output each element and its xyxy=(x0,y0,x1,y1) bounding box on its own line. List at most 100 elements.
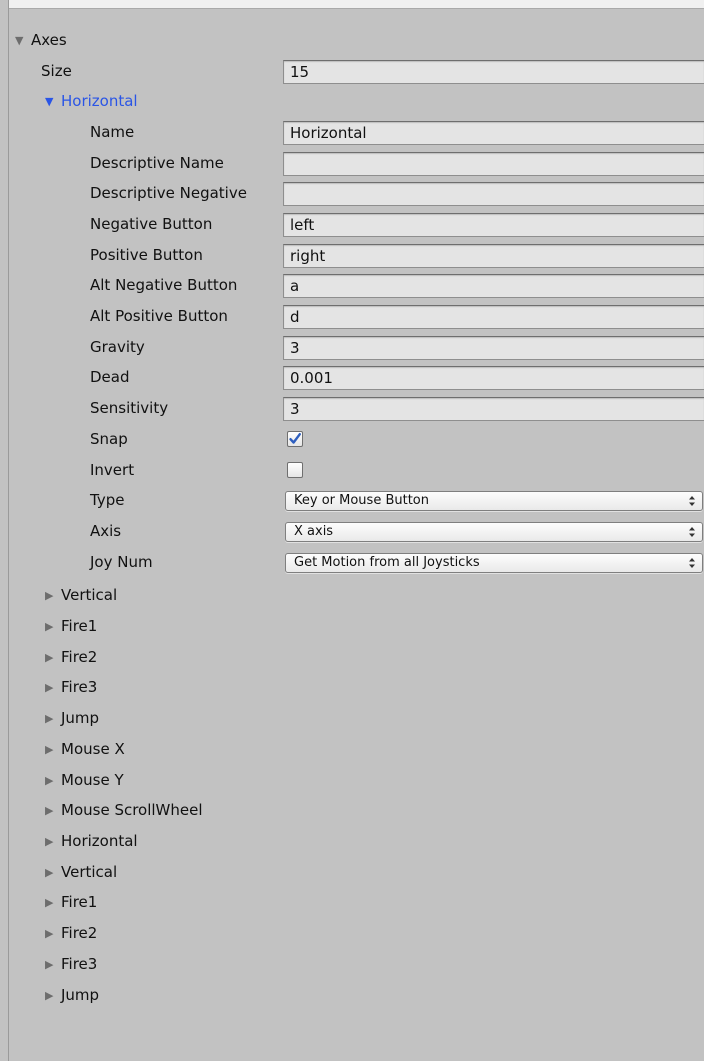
axis-foldout-row: ▶ Fire1 xyxy=(9,887,704,918)
type-label: Type xyxy=(90,491,125,509)
size-label: Size xyxy=(41,62,72,80)
axis-foldout[interactable]: ▶ Mouse ScrollWheel xyxy=(45,795,203,826)
triangle-right-icon: ▶ xyxy=(45,835,54,848)
triangle-right-icon: ▶ xyxy=(45,804,54,817)
axis-foldout-row: ▶ Fire3 xyxy=(9,949,704,980)
axes-foldout[interactable]: ▼ Axes xyxy=(15,25,67,56)
sensitivity-label: Sensitivity xyxy=(90,399,169,417)
axis-foldout-label: Mouse ScrollWheel xyxy=(61,801,203,819)
descriptive-negative-label: Descriptive Negative xyxy=(90,184,247,202)
snap-row: Snap xyxy=(9,424,704,455)
axis-dropdown-value: X axis xyxy=(294,524,334,539)
size-row: Size 15 xyxy=(9,56,704,87)
positive-button-row: Positive Button right xyxy=(9,240,704,271)
name-row: Name Horizontal xyxy=(9,117,704,148)
invert-label: Invert xyxy=(90,461,135,479)
joy-num-row: Joy Num Get Motion from all Joysticks xyxy=(9,547,704,578)
alt-negative-button-label: Alt Negative Button xyxy=(90,276,238,294)
triangle-right-icon: ▶ xyxy=(45,712,54,725)
up-down-arrows-icon xyxy=(689,527,695,537)
axis-foldout-label: Horizontal xyxy=(61,832,138,850)
alt-positive-button-row: Alt Positive Button d xyxy=(9,301,704,332)
axis-foldout[interactable]: ▶ Jump xyxy=(45,980,99,1011)
descriptive-negative-field[interactable] xyxy=(283,182,704,206)
triangle-right-icon: ▶ xyxy=(45,743,54,756)
axis-foldout-row: ▶ Mouse Y xyxy=(9,765,704,796)
axis-foldout-label: Fire2 xyxy=(61,924,98,942)
axis-foldout-label: Fire1 xyxy=(61,893,98,911)
up-down-arrows-icon xyxy=(689,496,695,506)
alt-negative-button-row: Alt Negative Button a xyxy=(9,270,704,301)
axis-foldout[interactable]: ▶ Fire1 xyxy=(45,887,97,918)
triangle-right-icon: ▶ xyxy=(45,774,54,787)
axis-dropdown[interactable]: X axis xyxy=(285,522,703,542)
axis-foldout-label: Vertical xyxy=(61,863,118,881)
negative-button-label: Negative Button xyxy=(90,215,213,233)
positive-button-label: Positive Button xyxy=(90,246,203,264)
axis-foldout-label: Fire3 xyxy=(61,955,98,973)
axis-foldout[interactable]: ▶ Fire2 xyxy=(45,918,97,949)
type-dropdown[interactable]: Key or Mouse Button xyxy=(285,491,703,511)
invert-checkbox[interactable] xyxy=(287,462,303,478)
horizontal-foldout[interactable]: ▼ Horizontal xyxy=(45,86,138,117)
dead-field[interactable]: 0.001 xyxy=(283,366,704,390)
triangle-down-icon: ▼ xyxy=(15,34,24,47)
axis-foldout-row: ▶ Horizontal xyxy=(9,826,704,857)
triangle-right-icon: ▶ xyxy=(45,958,54,971)
axis-foldout[interactable]: ▶ Fire2 xyxy=(45,642,97,673)
descriptive-name-label: Descriptive Name xyxy=(90,154,224,172)
axes-foldout-row: ▼ Axes xyxy=(9,25,704,56)
axis-foldout[interactable]: ▶ Fire1 xyxy=(45,611,97,642)
gravity-field[interactable]: 3 xyxy=(283,336,704,360)
axis-foldout[interactable]: ▶ Fire3 xyxy=(45,949,97,980)
negative-button-field[interactable]: left xyxy=(283,213,704,237)
invert-row: Invert xyxy=(9,455,704,486)
descriptive-name-field[interactable] xyxy=(283,152,704,176)
sensitivity-field[interactable]: 3 xyxy=(283,397,704,421)
size-field[interactable]: 15 xyxy=(283,60,704,84)
joy-num-label: Joy Num xyxy=(90,553,153,571)
descriptive-negative-row: Descriptive Negative xyxy=(9,178,704,209)
alt-positive-button-field[interactable]: d xyxy=(283,305,704,329)
axis-row: Axis X axis xyxy=(9,516,704,547)
triangle-right-icon: ▶ xyxy=(45,989,54,1002)
alt-negative-button-field[interactable]: a xyxy=(283,274,704,298)
axis-foldout[interactable]: ▶ Jump xyxy=(45,703,99,734)
inspector-top-edge xyxy=(9,0,704,9)
name-field[interactable]: Horizontal xyxy=(283,121,704,145)
checkmark-icon xyxy=(289,433,301,444)
axis-foldout[interactable]: ▶ Vertical xyxy=(45,857,117,888)
triangle-right-icon: ▶ xyxy=(45,681,54,694)
axis-foldout-row: ▶ Vertical xyxy=(9,857,704,888)
axis-foldout[interactable]: ▶ Mouse X xyxy=(45,734,125,765)
negative-button-row: Negative Button left xyxy=(9,209,704,240)
joy-num-dropdown[interactable]: Get Motion from all Joysticks xyxy=(285,553,703,573)
axis-foldout-label: Fire2 xyxy=(61,648,98,666)
axis-foldout[interactable]: ▶ Fire3 xyxy=(45,672,97,703)
axes-foldout-label: Axes xyxy=(31,31,67,49)
axis-foldout-row: ▶ Fire1 xyxy=(9,611,704,642)
axis-foldout-row: ▶ Jump xyxy=(9,703,704,734)
positive-button-field[interactable]: right xyxy=(283,244,704,268)
axis-label: Axis xyxy=(90,522,122,540)
sensitivity-row: Sensitivity 3 xyxy=(9,393,704,424)
axis-foldout-label: Jump xyxy=(61,986,100,1004)
up-down-arrows-icon xyxy=(689,558,695,568)
axis-foldout[interactable]: ▶ Mouse Y xyxy=(45,765,124,796)
triangle-right-icon: ▶ xyxy=(45,896,54,909)
axis-foldout-row: ▶ Jump xyxy=(9,980,704,1011)
triangle-right-icon: ▶ xyxy=(45,866,54,879)
axis-foldout-row: ▶ Fire3 xyxy=(9,672,704,703)
snap-checkbox[interactable] xyxy=(287,431,303,447)
axis-foldout[interactable]: ▶ Horizontal xyxy=(45,826,138,857)
axis-foldout-row: ▶ Mouse X xyxy=(9,734,704,765)
input-manager-inspector: ▼ Axes Size 15 ▼ Horizontal Name Horizon… xyxy=(8,0,704,1061)
triangle-right-icon: ▶ xyxy=(45,927,54,940)
dead-row: Dead 0.001 xyxy=(9,362,704,393)
axis-foldout-row: ▶ Fire2 xyxy=(9,918,704,949)
axis-foldout[interactable]: ▶ Vertical xyxy=(45,580,117,611)
alt-positive-button-label: Alt Positive Button xyxy=(90,307,228,325)
axis-foldout-label: Vertical xyxy=(61,586,118,604)
triangle-right-icon: ▶ xyxy=(45,651,54,664)
axis-foldout-row: ▶ Vertical xyxy=(9,580,704,611)
